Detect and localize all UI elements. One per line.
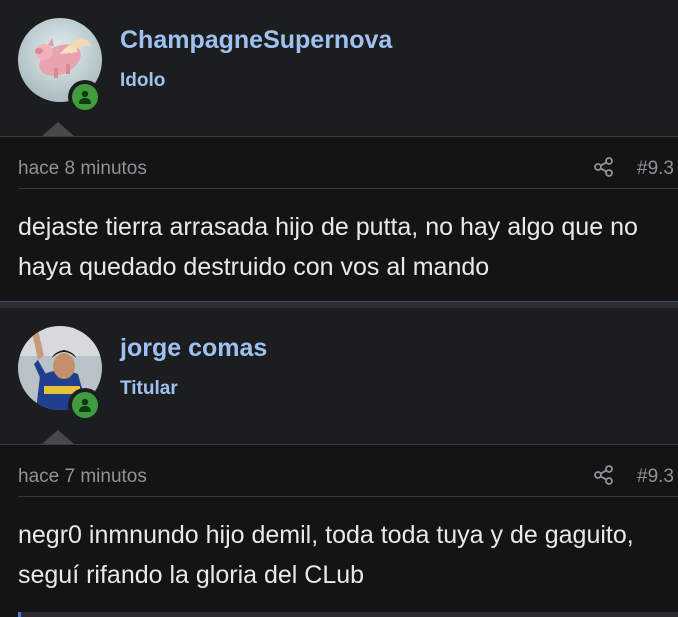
post-meta: hace 7 minutos #9.3 negr0 inmnundo hijo … <box>0 445 678 589</box>
online-status-icon <box>79 90 91 104</box>
post-time-link[interactable]: hace 7 minutos <box>18 466 147 488</box>
next-post-accent <box>18 612 21 617</box>
user-block-arrow <box>42 122 74 136</box>
post-message: negr0 inmnundo hijo demil, toda toda tuy… <box>18 521 634 589</box>
post-time-link[interactable]: hace 8 minutos <box>18 158 147 180</box>
divider <box>18 188 678 189</box>
post-message: dejaste tierra arrasada hijo de putta, n… <box>18 213 638 281</box>
share-icon[interactable] <box>593 464 615 486</box>
online-status <box>68 388 102 422</box>
username-link[interactable]: jorge comas <box>120 334 267 363</box>
post-meta: hace 8 minutos #9.3 dejaste tierra arras… <box>0 137 678 281</box>
user-title: Idolo <box>120 70 166 91</box>
next-post-edge <box>18 612 678 617</box>
username-link[interactable]: ChampagneSupernova <box>120 26 392 55</box>
share-icon[interactable] <box>593 156 615 178</box>
user-title: Titular <box>120 378 178 399</box>
post-number-link[interactable]: #9.3 <box>637 466 674 488</box>
user-block: jorge comas Titular <box>0 308 678 444</box>
user-block: ChampagneSupernova Idolo <box>0 0 678 136</box>
online-status-icon <box>79 398 91 412</box>
user-block-arrow <box>42 430 74 444</box>
online-status <box>68 80 102 114</box>
divider <box>18 496 678 497</box>
post-number-link[interactable]: #9.3 <box>637 158 674 180</box>
